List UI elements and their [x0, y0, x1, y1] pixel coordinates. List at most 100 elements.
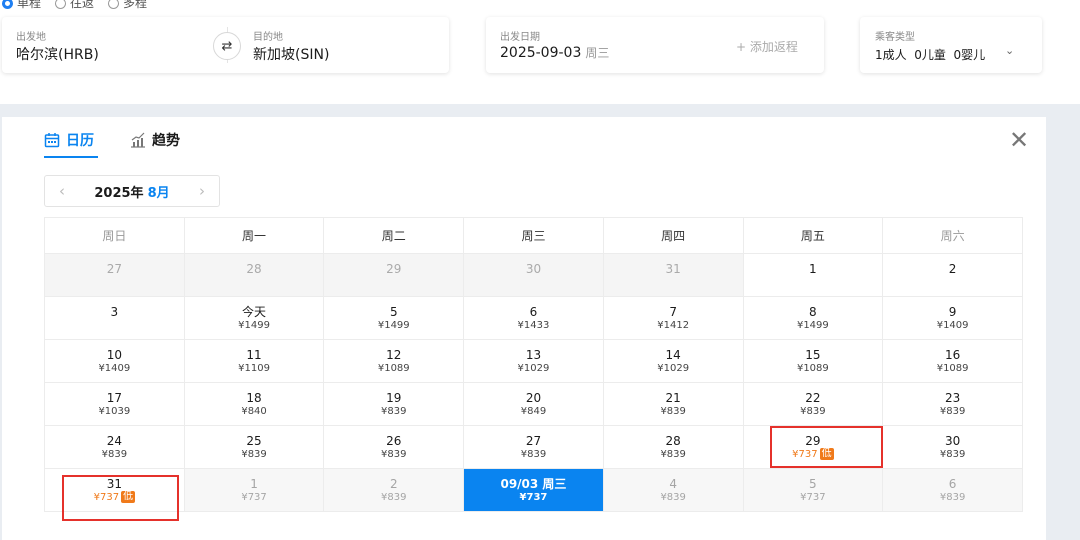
calendar-day-cell[interactable]: 8 ¥1499	[742, 296, 884, 340]
day-number: 21	[665, 391, 681, 405]
calendar-day-cell[interactable]: 28 ¥839	[602, 425, 744, 469]
calendar-day-cell[interactable]: 15 ¥1089	[742, 339, 884, 383]
prev-month-button[interactable]: ‹	[45, 182, 79, 200]
price-value: ¥1029	[517, 363, 550, 374]
calendar-day-cell[interactable]: 5 ¥1499	[323, 296, 465, 340]
day-price: ¥840	[185, 405, 324, 418]
day-number: 9	[948, 305, 957, 319]
day-price: ¥1409	[45, 362, 184, 375]
calendar-day-cell[interactable]: 1 ¥737	[183, 468, 325, 512]
next-month-button[interactable]: ›	[185, 182, 219, 200]
month-label: 8月	[147, 185, 170, 201]
day-price: ¥839	[883, 491, 1022, 504]
to-field[interactable]: 新加坡(SIN)	[253, 44, 329, 64]
calendar-day-cell: 31	[602, 253, 744, 297]
day-price: ¥1089	[883, 362, 1022, 375]
calendar-day-cell[interactable]: 18 ¥840	[183, 382, 325, 426]
date-card[interactable]: 出发日期 2025-09-03 周三 + 添加返程	[486, 17, 824, 73]
tab-calendar[interactable]: 日历	[44, 130, 94, 150]
trip-type-roundtrip[interactable]: 往返	[55, 0, 94, 11]
month-title: 2025年 8月	[79, 182, 185, 201]
calendar-week-row: 27 28 29 30 31 1 2	[44, 253, 1023, 297]
from-field[interactable]: 哈尔滨(HRB)	[16, 44, 99, 64]
day-number: 16	[944, 348, 961, 362]
price-value: ¥839	[939, 406, 966, 417]
calendar-day-cell[interactable]: 3	[44, 296, 185, 340]
calendar-day-cell[interactable]: 2	[882, 253, 1023, 297]
radio-selected-icon	[2, 0, 13, 9]
calendar-day-cell[interactable]: 30 ¥839	[882, 425, 1023, 469]
price-value: ¥737	[792, 449, 818, 460]
day-number: 8	[809, 305, 817, 319]
search-bar-area: 单程 往返 多程 出发地 哈尔滨(HRB) ⇄ 目的地 新加坡(SIN) 出发日…	[0, 0, 1080, 104]
calendar-day-cell[interactable]: 09/03 周三 ¥737	[463, 468, 604, 512]
day-number: 09/03 周三	[500, 477, 567, 491]
day-price: ¥737	[464, 491, 603, 504]
route-card: 出发地 哈尔滨(HRB) ⇄ 目的地 新加坡(SIN)	[2, 17, 449, 73]
calendar-day-cell[interactable]: 2 ¥839	[323, 468, 465, 512]
day-number: 31	[665, 262, 681, 276]
calendar-day-cell[interactable]: 14 ¥1029	[602, 339, 744, 383]
calendar-day-cell[interactable]: 13 ¥1029	[463, 339, 604, 383]
calendar-day-cell[interactable]: 23 ¥839	[882, 382, 1023, 426]
calendar-day-cell[interactable]: 今天 ¥1499	[183, 296, 325, 340]
day-number: 今天	[242, 305, 267, 319]
calendar-day-cell[interactable]: 17 ¥1039	[44, 382, 185, 426]
day-price: ¥839	[744, 405, 883, 418]
calendar-day-cell[interactable]: 16 ¥1089	[882, 339, 1023, 383]
calendar-day-cell[interactable]: 6 ¥1433	[463, 296, 604, 340]
passenger-card[interactable]: 乘客类型 1成人 0儿童 0婴儿 ⌄	[860, 17, 1042, 73]
calendar-grid: 周日 周一 周二 周三 周四 周五 周六 27 28 29 30 31 1 2 3 今天 ¥149…	[44, 217, 1023, 521]
price-value: ¥839	[381, 406, 407, 417]
calendar-day-cell[interactable]: 10 ¥1409	[44, 339, 185, 383]
day-price: ¥1089	[324, 362, 463, 375]
price-value: ¥839	[939, 492, 966, 503]
day-number: 28	[665, 434, 681, 448]
price-value: ¥1499	[238, 320, 270, 331]
weekday-header: 周六	[882, 217, 1023, 254]
price-value: ¥1412	[657, 320, 690, 331]
calendar-day-cell[interactable]: 31 ¥737 低	[44, 468, 185, 521]
trip-type-multi[interactable]: 多程	[108, 0, 147, 11]
calendar-day-cell: 27	[44, 253, 185, 297]
calendar-day-cell[interactable]: 4 ¥839	[602, 468, 744, 512]
calendar-week-row: 31 ¥737 低 1 ¥737 2 ¥839 09/03 周三 ¥737 4 ¥839 5 ¥737 6…	[44, 468, 1023, 521]
calendar-day-cell[interactable]: 26 ¥839	[323, 425, 465, 469]
swap-icon[interactable]: ⇄	[213, 32, 241, 60]
calendar-day-cell[interactable]: 19 ¥839	[323, 382, 465, 426]
add-return-button[interactable]: + 添加返程	[736, 38, 798, 55]
chevron-down-icon[interactable]: ⌄	[1005, 44, 1014, 57]
price-value: ¥1039	[98, 406, 131, 417]
calendar-day-cell[interactable]: 12 ¥1089	[323, 339, 465, 383]
calendar-day-cell[interactable]: 1	[742, 253, 884, 297]
date-field[interactable]: 2025-09-03 周三	[500, 44, 609, 61]
calendar-day-cell: 28	[183, 253, 325, 297]
day-number: 20	[525, 391, 542, 405]
calendar-day-cell[interactable]: 21 ¥839	[602, 382, 744, 426]
calendar-day-cell[interactable]: 27 ¥839	[463, 425, 604, 469]
price-value: ¥839	[520, 449, 547, 460]
calendar-day-cell[interactable]: 24 ¥839	[44, 425, 185, 469]
calendar-day-cell[interactable]: 22 ¥839	[742, 382, 884, 426]
day-number: 6	[529, 305, 538, 319]
calendar-day-cell[interactable]: 5 ¥737	[742, 468, 884, 512]
day-price: ¥1499	[324, 319, 463, 332]
calendar-day-cell[interactable]: 6 ¥839	[882, 468, 1023, 512]
weekday-header: 周日	[44, 217, 185, 254]
calendar-day-cell[interactable]: 20 ¥849	[463, 382, 604, 426]
date-label: 出发日期	[500, 32, 540, 43]
tab-trend[interactable]: 趋势	[130, 130, 180, 150]
calendar-day-cell[interactable]: 11 ¥1109	[183, 339, 325, 383]
calendar-day-cell[interactable]: 25 ¥839	[183, 425, 325, 469]
lowest-price-badge: 低	[819, 448, 834, 460]
trip-type-oneway[interactable]: 单程	[2, 0, 41, 11]
radio-icon	[108, 0, 120, 9]
day-price: ¥839	[324, 405, 463, 418]
close-icon[interactable]: ✕	[1009, 128, 1029, 152]
calendar-day-cell[interactable]: 7 ¥1412	[602, 296, 744, 340]
price-value: ¥839	[381, 492, 407, 503]
calendar-day-cell[interactable]: 9 ¥1409	[882, 296, 1023, 340]
date-weekday: 周三	[585, 46, 610, 60]
calendar-week-row: 24 ¥839 25 ¥839 26 ¥839 27 ¥839 28 ¥839 29 ¥737 低 30 ¥…	[44, 425, 1023, 469]
calendar-day-cell[interactable]: 29 ¥737 低	[742, 425, 884, 469]
